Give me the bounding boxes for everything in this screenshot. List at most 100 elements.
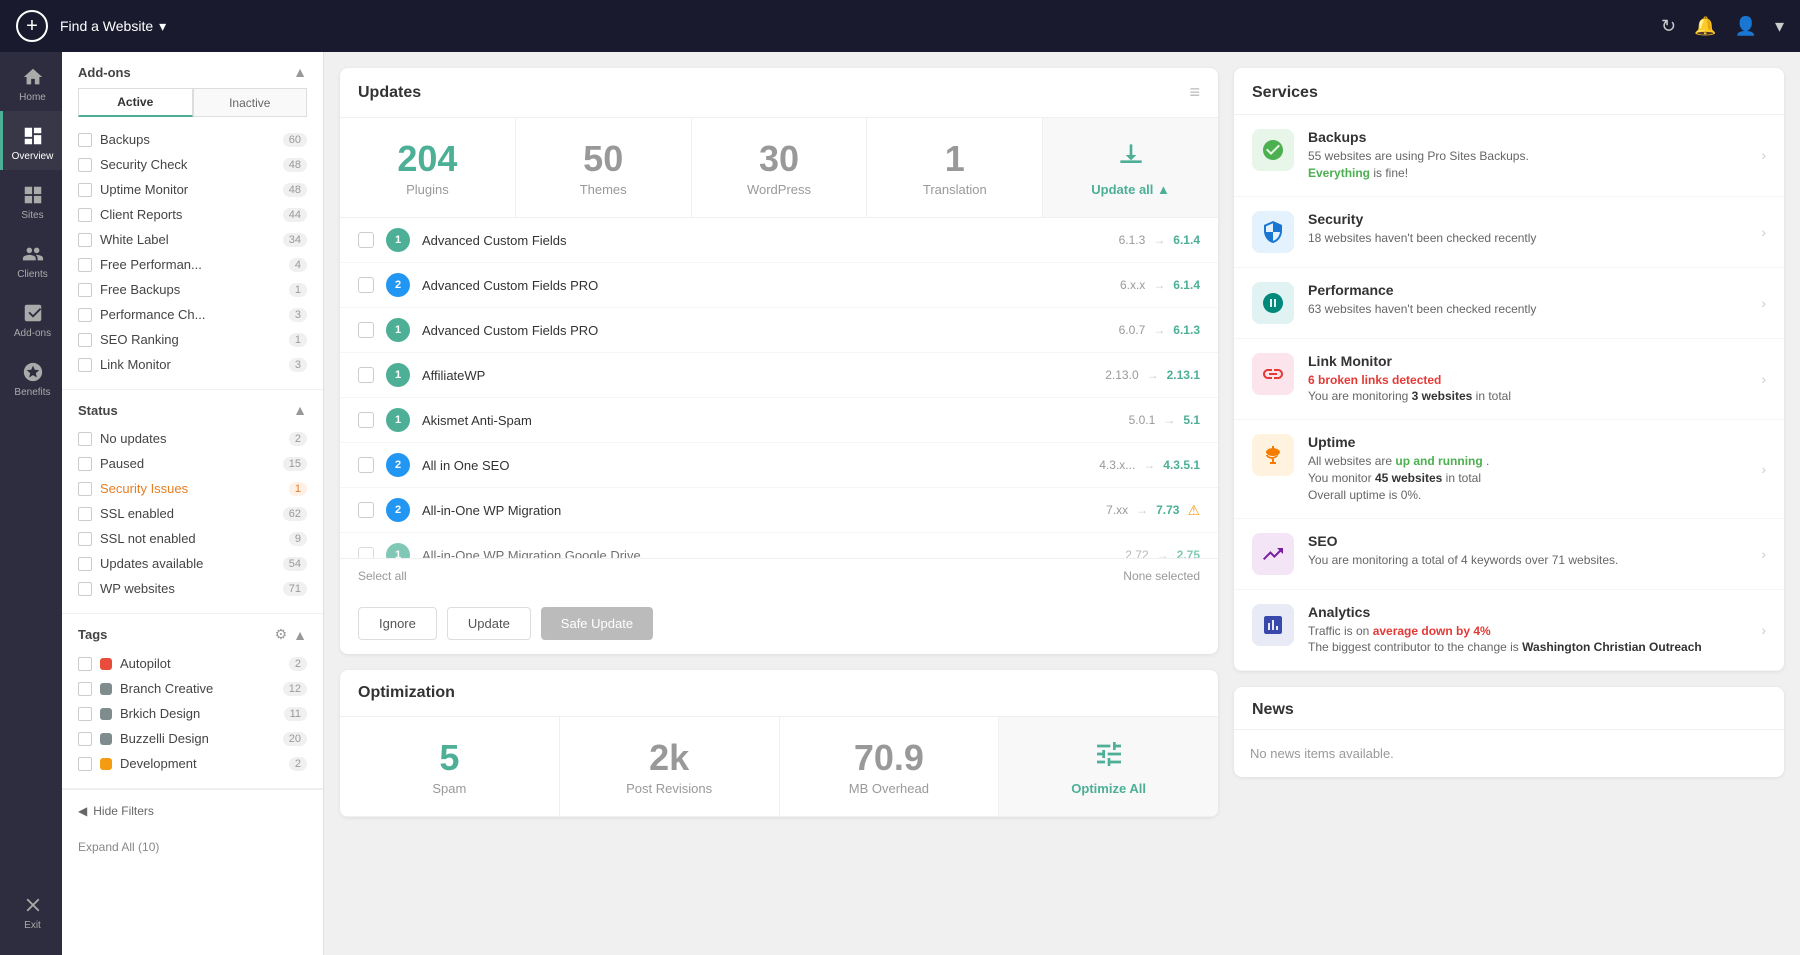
addon-item-free-performance[interactable]: Free Performan... 4 — [78, 252, 307, 277]
plugin-checkbox[interactable] — [358, 457, 374, 473]
service-row-uptime[interactable]: Uptime All websites are up and running .… — [1234, 420, 1784, 518]
plugin-list: 1 Advanced Custom Fields 6.1.3 → 6.1.4 2… — [340, 218, 1218, 558]
addon-items-list: Backups 60 Security Check 48 Uptime Moni… — [78, 127, 307, 377]
addon-item-uptime-monitor[interactable]: Uptime Monitor 48 — [78, 177, 307, 202]
stat-mb-overhead[interactable]: 70.9 MB Overhead — [780, 717, 1000, 816]
find-website-dropdown[interactable]: Find a Website ▾ — [60, 18, 166, 35]
status-item-updates-available[interactable]: Updates available 54 — [78, 551, 307, 576]
tags-manage-btn[interactable]: ⚙ — [275, 626, 288, 643]
stat-spam[interactable]: 5 Spam — [340, 717, 560, 816]
inactive-toggle-btn[interactable]: Inactive — [193, 88, 308, 117]
addon-checkbox-client-reports[interactable] — [78, 208, 92, 222]
tag-item-branch-creative[interactable]: Branch Creative 12 — [78, 676, 307, 701]
addon-item-performance-ch[interactable]: Performance Ch... 3 — [78, 302, 307, 327]
service-row-seo[interactable]: SEO You are monitoring a total of 4 keyw… — [1234, 519, 1784, 590]
stat-post-revisions[interactable]: 2k Post Revisions — [560, 717, 780, 816]
sidebar-item-sites-label: Sites — [21, 210, 43, 221]
plugin-versions: 2.72 → 2.75 — [1125, 548, 1200, 558]
service-row-analytics[interactable]: Analytics Traffic is on average down by … — [1234, 590, 1784, 672]
addon-item-backups[interactable]: Backups 60 — [78, 127, 307, 152]
status-item-paused[interactable]: Paused 15 — [78, 451, 307, 476]
addons-section-title: Add-ons — [78, 65, 131, 80]
service-row-backups[interactable]: Backups 55 websites are using Pro Sites … — [1234, 115, 1784, 197]
optimize-all-button[interactable]: Optimize All — [999, 717, 1218, 816]
plugin-checkbox[interactable] — [358, 232, 374, 248]
tags-collapse-btn[interactable]: ▲ — [293, 626, 307, 643]
stat-spam-number: 5 — [356, 737, 543, 779]
analytics-name: Analytics — [1308, 604, 1747, 620]
addon-item-seo-ranking[interactable]: SEO Ranking 1 — [78, 327, 307, 352]
service-row-security[interactable]: Security 18 websites haven't been checke… — [1234, 197, 1784, 268]
addon-checkbox-uptime-monitor[interactable] — [78, 183, 92, 197]
addon-checkbox-free-performance[interactable] — [78, 258, 92, 272]
status-item-no-updates[interactable]: No updates 2 — [78, 426, 307, 451]
plugin-versions: 7.xx → 7.73 ⚠ — [1106, 502, 1200, 519]
addon-checkbox-free-backups[interactable] — [78, 283, 92, 297]
refresh-icon[interactable]: ↻ — [1661, 16, 1676, 37]
sidebar-item-sites[interactable]: Sites — [0, 170, 62, 229]
sidebar-item-exit[interactable]: Exit — [0, 880, 62, 939]
addon-checkbox-link-monitor[interactable] — [78, 358, 92, 372]
stat-translation[interactable]: 1 Translation — [867, 118, 1043, 217]
plugin-checkbox[interactable] — [358, 412, 374, 428]
safe-update-button[interactable]: Safe Update — [541, 607, 653, 640]
status-item-ssl-enabled[interactable]: SSL enabled 62 — [78, 501, 307, 526]
addon-checkbox-performance-ch[interactable] — [78, 308, 92, 322]
addon-item-free-backups[interactable]: Free Backups 1 — [78, 277, 307, 302]
addon-item-link-monitor[interactable]: Link Monitor 3 — [78, 352, 307, 377]
plugin-checkbox[interactable] — [358, 547, 374, 558]
add-button[interactable]: + — [16, 10, 48, 42]
addon-item-white-label[interactable]: White Label 34 — [78, 227, 307, 252]
stat-themes[interactable]: 50 Themes — [516, 118, 692, 217]
sidebar-item-overview[interactable]: Overview — [0, 111, 62, 170]
updates-menu-icon[interactable]: ≡ — [1189, 82, 1200, 103]
addons-collapse-btn[interactable]: ▲ — [293, 64, 307, 80]
active-toggle-btn[interactable]: Active — [78, 88, 193, 117]
plugin-checkbox[interactable] — [358, 367, 374, 383]
performance-desc: 63 websites haven't been checked recentl… — [1308, 301, 1747, 318]
status-section-title: Status — [78, 403, 118, 418]
updates-card: Updates ≡ 204 Plugins 50 Themes 30 WordP… — [340, 68, 1218, 654]
sidebar-item-clients[interactable]: Clients — [0, 229, 62, 288]
addon-checkbox-security-check[interactable] — [78, 158, 92, 172]
plugin-row: 2 Advanced Custom Fields PRO 6.x.x → 6.1… — [340, 263, 1218, 308]
plugin-checkbox[interactable] — [358, 502, 374, 518]
sidebar-item-clients-label: Clients — [17, 269, 48, 280]
addon-checkbox-backups[interactable] — [78, 133, 92, 147]
stat-wordpress[interactable]: 30 WordPress — [692, 118, 868, 217]
stat-plugins[interactable]: 204 Plugins — [340, 118, 516, 217]
sidebar-item-benefits[interactable]: Benefits — [0, 347, 62, 406]
service-row-performance[interactable]: Performance 63 websites haven't been che… — [1234, 268, 1784, 339]
tag-item-buzzelli-design[interactable]: Buzzelli Design 20 — [78, 726, 307, 751]
ignore-button[interactable]: Ignore — [358, 607, 437, 640]
status-item-security-issues[interactable]: Security Issues 1 — [78, 476, 307, 501]
status-item-ssl-not-enabled[interactable]: SSL not enabled 9 — [78, 526, 307, 551]
updates-card-title: Updates — [358, 84, 421, 102]
status-item-wp-websites[interactable]: WP websites 71 — [78, 576, 307, 601]
update-all-button[interactable]: Update all ▲ — [1043, 118, 1218, 217]
select-all-label[interactable]: Select all — [358, 569, 407, 583]
hide-filters-button[interactable]: ◀ Hide Filters — [62, 789, 323, 832]
plugin-checkbox[interactable] — [358, 277, 374, 293]
plugin-checkbox[interactable] — [358, 322, 374, 338]
tag-item-autopilot[interactable]: Autopilot 2 — [78, 651, 307, 676]
user-icon[interactable]: 👤 — [1735, 16, 1757, 37]
addon-item-security-check[interactable]: Security Check 48 — [78, 152, 307, 177]
tag-dot-branch-creative — [100, 683, 112, 695]
addon-item-client-reports[interactable]: Client Reports 44 — [78, 202, 307, 227]
security-icon — [1252, 211, 1294, 253]
notifications-icon[interactable]: 🔔 — [1694, 16, 1716, 37]
sidebar-item-addons[interactable]: Add-ons — [0, 288, 62, 347]
tag-item-development[interactable]: Development 2 — [78, 751, 307, 776]
expand-icon[interactable]: ▾ — [1775, 16, 1784, 37]
addon-checkbox-seo-ranking[interactable] — [78, 333, 92, 347]
service-row-link-monitor[interactable]: Link Monitor 6 broken links detected You… — [1234, 339, 1784, 421]
update-button[interactable]: Update — [447, 607, 531, 640]
tag-item-brkich-design[interactable]: Brkich Design 11 — [78, 701, 307, 726]
sidebar-item-home[interactable]: Home — [0, 52, 62, 111]
addon-checkbox-white-label[interactable] — [78, 233, 92, 247]
security-desc: 18 websites haven't been checked recentl… — [1308, 230, 1747, 247]
expand-all-button[interactable]: Expand All (10) — [62, 832, 323, 866]
status-collapse-btn[interactable]: ▲ — [293, 402, 307, 418]
plugin-row: 1 All-in-One WP Migration Google Drive 2… — [340, 533, 1218, 558]
